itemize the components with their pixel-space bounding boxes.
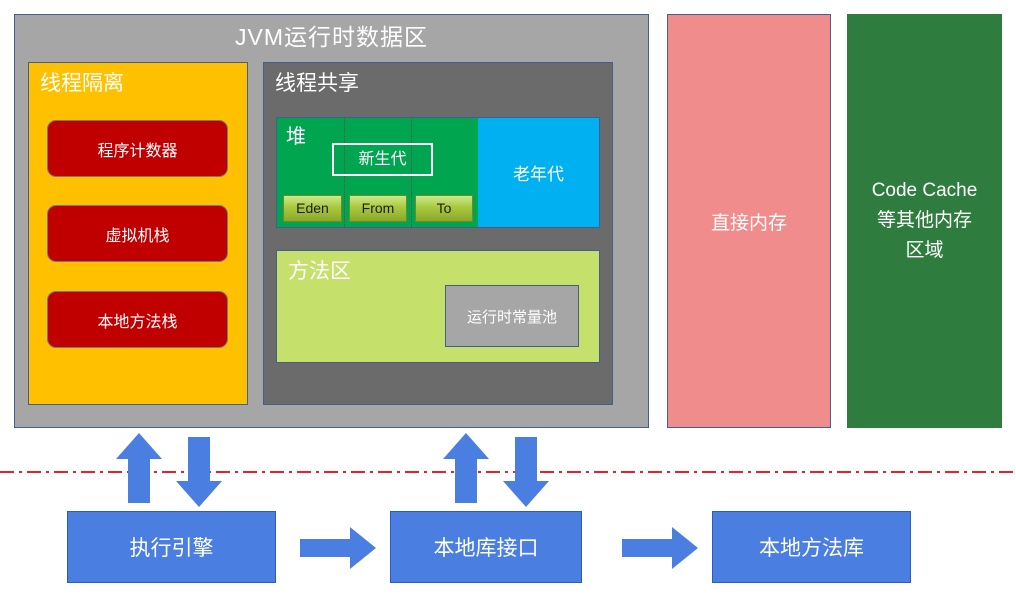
to-survivor-box: To <box>415 195 473 222</box>
code-cache-line-2: 等其他内存 <box>876 210 972 231</box>
arrow-up-exec-engine-icon <box>116 433 162 503</box>
eden-space-box: Eden <box>283 195 342 222</box>
native-interface-box: 本地库接口 <box>390 511 582 583</box>
code-cache-line-3: 区域 <box>905 240 944 261</box>
native-method-stack-box: 本地方法栈 <box>47 291 228 348</box>
from-survivor-box: From <box>349 195 407 222</box>
runtime-constant-pool-box: 运行时常量池 <box>445 285 579 347</box>
thread-shared-title: 线程共享 <box>275 72 359 95</box>
program-counter-register-box: 程序计数器 <box>47 120 228 177</box>
arrow-right-exec-to-interface-icon <box>300 527 376 569</box>
old-generation-box: 老年代 <box>478 118 599 227</box>
native-library-box: 本地方法库 <box>712 511 911 583</box>
young-generation-label: 新生代 <box>332 143 433 176</box>
method-area-label: 方法区 <box>288 260 351 283</box>
arrow-down-exec-engine-icon <box>176 437 222 507</box>
code-cache-line-1: Code Cache <box>871 180 978 201</box>
vm-stack-box: 虚拟机栈 <box>47 205 228 262</box>
direct-memory-panel: 直接内存 <box>667 14 831 428</box>
arrow-up-native-interface-icon <box>443 433 489 503</box>
jvm-runtime-data-area-title: JVM运行时数据区 <box>235 24 428 50</box>
code-cache-panel: Code Cache 等其他内存 区域 <box>847 14 1002 428</box>
arrow-right-interface-to-library-icon <box>622 527 698 569</box>
execution-engine-box: 执行引擎 <box>67 511 276 583</box>
heap-label: 堆 <box>286 126 306 148</box>
arrow-down-native-interface-icon <box>503 437 549 507</box>
thread-isolated-title: 线程隔离 <box>40 72 124 95</box>
